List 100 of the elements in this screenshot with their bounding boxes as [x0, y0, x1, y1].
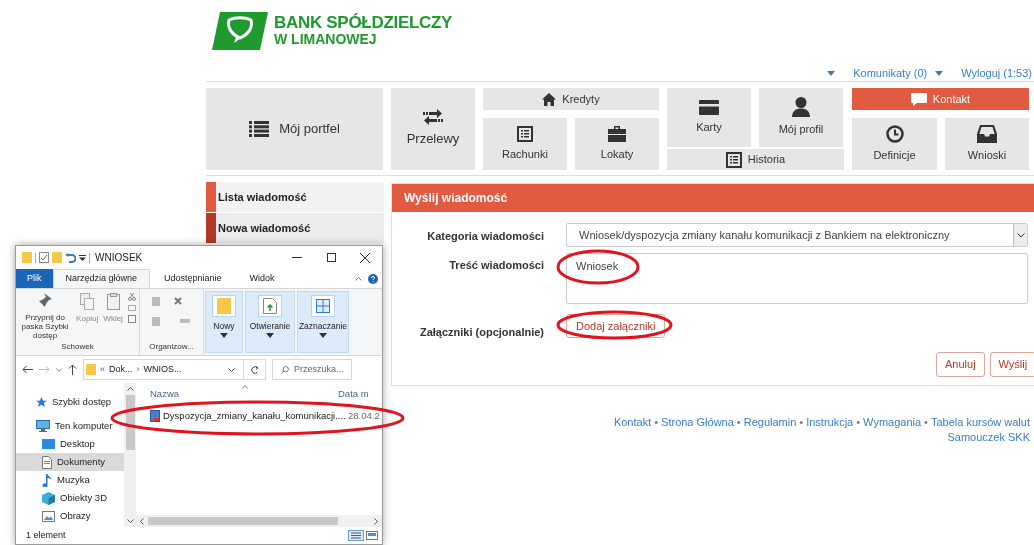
- status-text: 1 element: [26, 528, 66, 542]
- nav-pane-item[interactable]: Obrazy: [16, 507, 124, 525]
- search-field[interactable]: Przeszuka...: [272, 359, 352, 380]
- scissors-copy-tools-icon[interactable]: [127, 293, 136, 323]
- send-button[interactable]: Wyślij: [989, 351, 1034, 377]
- undo-icon: [65, 252, 76, 263]
- folder-icon: [22, 252, 32, 263]
- footer-link[interactable]: Instrukcja: [806, 415, 854, 430]
- sidebar-item[interactable]: Lista wiadomość: [206, 182, 384, 212]
- folder-icon: [52, 252, 62, 263]
- field-label: Kategoria wiadomości: [426, 229, 544, 244]
- scroll-down-icon[interactable]: [126, 519, 134, 523]
- footer-link[interactable]: Strona Główna: [661, 415, 734, 430]
- up-arrow-icon[interactable]: [68, 364, 77, 375]
- chevron-down-icon: [1016, 232, 1025, 238]
- scroll-up-icon[interactable]: [126, 387, 134, 391]
- bank-location: W LIMANOWEJ: [274, 31, 378, 48]
- footer-link[interactable]: Kontakt: [613, 415, 652, 430]
- details-view-icon[interactable]: [348, 530, 364, 541]
- ribbon-button[interactable]: Otwieranie: [245, 291, 295, 353]
- help-icon[interactable]: [368, 273, 378, 284]
- chat-bubble-icon: [910, 92, 927, 106]
- nav-tile[interactable]: Mój profil: [759, 88, 843, 147]
- nav-tile[interactable]: Kontakt: [852, 88, 1029, 110]
- ribbon-tab[interactable]: Udostępnianie: [150, 269, 236, 288]
- credit-card-icon: [699, 99, 719, 115]
- nav-tile[interactable]: Definicje: [852, 118, 937, 170]
- star-icon: [36, 396, 47, 408]
- document-icon: [42, 455, 52, 469]
- chevron-down-icon: [228, 367, 235, 372]
- nav-tile[interactable]: Kredyty: [483, 88, 659, 110]
- nav-tile[interactable]: Karty: [667, 88, 751, 147]
- logout-link[interactable]: Wyloguj (1:53): [961, 65, 1032, 82]
- field-label: Załączniki (opcjonalnie): [418, 325, 544, 340]
- collapse-ribbon-icon[interactable]: [355, 276, 362, 281]
- nav-pane-item[interactable]: Muzyka: [16, 471, 124, 489]
- pin-quick-access-button[interactable]: Przypnij do paska Szybki dostęp: [19, 293, 72, 340]
- link-separator: •: [924, 415, 928, 430]
- nav-pane-item[interactable]: Dokumenty: [16, 453, 124, 471]
- footer-link[interactable]: Tabela kursów walut: [930, 415, 1030, 430]
- field-label: Treść wiadomości: [448, 258, 544, 273]
- ribbon-button[interactable]: Zaznaczanie: [297, 291, 349, 353]
- transfer-arrows-icon: [423, 109, 443, 126]
- column-header[interactable]: Data m: [338, 386, 369, 401]
- nav-pane-item[interactable]: Desktop: [16, 435, 124, 453]
- ribbon-group-label: Organizow...: [149, 341, 194, 353]
- address-bar[interactable]: « Dok... › WNIOS...: [83, 359, 266, 380]
- copy-button[interactable]: Kopiuj: [76, 293, 99, 325]
- footer-link[interactable]: Wymagania: [863, 415, 922, 430]
- vertical-scrollbar[interactable]: [124, 383, 136, 527]
- paste-button[interactable]: Wklej: [103, 293, 123, 325]
- add-attachments-button[interactable]: Dodaj załączniki: [566, 314, 666, 338]
- cancel-button[interactable]: Anuluj: [936, 351, 985, 377]
- link-separator: •: [799, 415, 804, 430]
- link-separator: •: [654, 415, 659, 430]
- scroll-left-icon[interactable]: [140, 517, 144, 525]
- ribbon-button[interactable]: Nowy: [205, 291, 243, 353]
- ledger-icon: [725, 151, 742, 168]
- ribbon-tab[interactable]: Plik: [16, 269, 53, 288]
- nav-tile[interactable]: Historia: [667, 149, 844, 170]
- nav-pane-item[interactable]: Szybki dostęp: [16, 393, 124, 411]
- thumbnail-view-icon[interactable]: [366, 530, 378, 541]
- category-select[interactable]: Wniosek/dyspozycja zmiany kanału komunikacji z Bankiem na elektroniczny: [566, 223, 1028, 247]
- scroll-right-icon[interactable]: [374, 517, 378, 525]
- file-icon: [150, 410, 160, 422]
- nav-tile[interactable]: Wnioski: [945, 118, 1029, 170]
- caret-icon: [319, 332, 327, 338]
- sort-caret-icon: [242, 385, 248, 389]
- nav-tile[interactable]: Mój portfel: [206, 88, 383, 170]
- bank-logo-icon: [212, 12, 268, 50]
- refresh-icon: [250, 365, 259, 374]
- search-icon: [281, 365, 289, 374]
- nav-pane-item[interactable]: Obiekty 3D: [16, 489, 124, 507]
- messages-link[interactable]: Komunikaty (0): [853, 65, 944, 82]
- bank-name: BANK SPÓŁDZIELCZY: [274, 14, 453, 31]
- back-arrow-icon[interactable]: [22, 365, 33, 374]
- home-icon: [542, 92, 557, 106]
- message-textarea[interactable]: Wniosek: [566, 253, 1028, 304]
- ribbon-tab[interactable]: Narzędzia główne: [52, 269, 151, 288]
- nav-tile[interactable]: Lokaty: [575, 118, 659, 170]
- caret-icon: [827, 70, 836, 76]
- monitor-icon: [36, 420, 50, 432]
- dropdown-arrow-icon: [79, 254, 86, 261]
- nav-pane-item[interactable]: Ten komputer: [16, 417, 124, 435]
- footer-link[interactable]: Regulamin: [743, 415, 797, 430]
- open-file-icon: [263, 298, 277, 314]
- horizontal-scrollbar[interactable]: [136, 515, 382, 527]
- music-note-icon: [42, 473, 52, 487]
- ribbon-tab[interactable]: Widok: [235, 269, 289, 288]
- nav-tile[interactable]: Rachunki: [483, 118, 567, 170]
- folder-icon: [86, 364, 96, 375]
- column-header[interactable]: Nazwa: [136, 386, 338, 401]
- footer-link[interactable]: Samouczek SKK: [947, 430, 1030, 445]
- image-icon: [42, 510, 55, 522]
- recent-locations-icon[interactable]: [56, 367, 62, 372]
- nav-tile[interactable]: Przelewy: [391, 88, 475, 170]
- clock-icon: [885, 124, 904, 143]
- panel-title: Wyślij wiadomość: [404, 190, 508, 207]
- sidebar-item[interactable]: Nowa wiadomość: [206, 213, 384, 243]
- pin-icon: [38, 293, 53, 309]
